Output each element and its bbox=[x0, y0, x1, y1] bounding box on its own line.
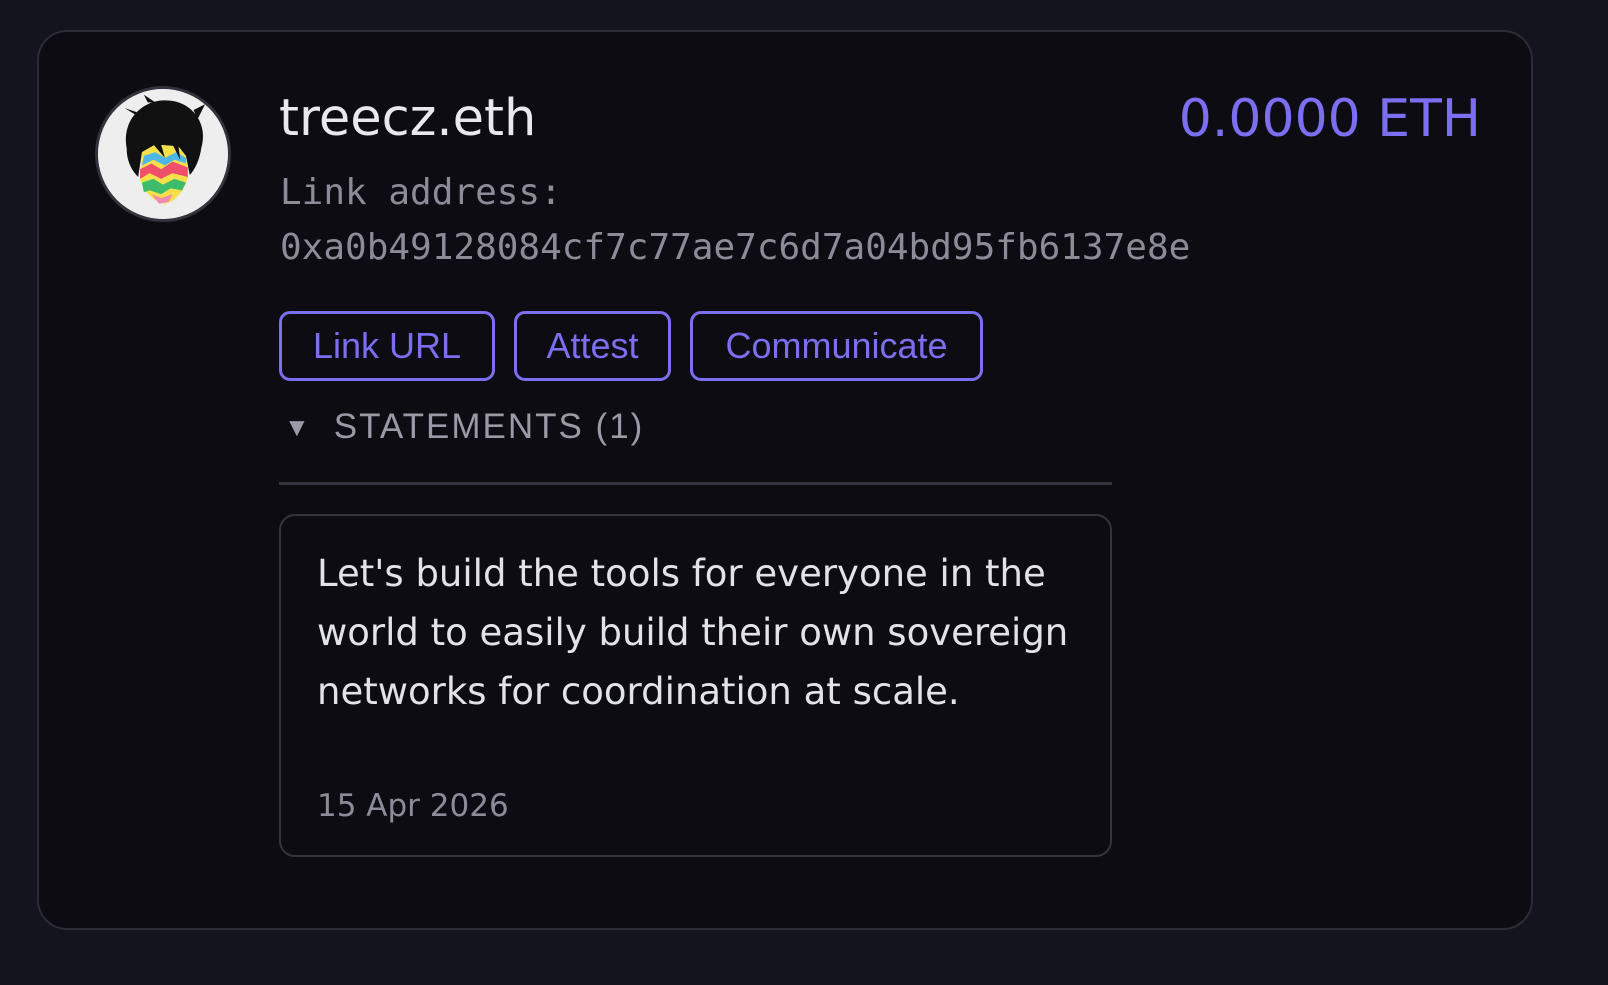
statements-header: STATEMENTS (1) bbox=[333, 407, 645, 446]
link-url-button[interactable]: Link URL bbox=[279, 311, 495, 381]
avatar bbox=[95, 86, 231, 222]
statements-toggle[interactable]: ▼ STATEMENTS (1) bbox=[284, 403, 644, 451]
eth-balance: 0.0000 ETH bbox=[1178, 89, 1481, 149]
attest-button[interactable]: Attest bbox=[514, 311, 671, 381]
statement-date: 15 Apr 2026 bbox=[317, 788, 509, 824]
divider bbox=[279, 482, 1112, 485]
address-label: Link address: bbox=[280, 172, 562, 213]
statement-card: Let's build the tools for everyone in th… bbox=[279, 514, 1112, 857]
communicate-button[interactable]: Communicate bbox=[690, 311, 983, 381]
linked-address[interactable]: 0xa0b49128084cf7c77ae7c6d7a04bd95fb6137e… bbox=[280, 226, 1190, 270]
avatar-image bbox=[98, 89, 228, 219]
profile-name: treecz.eth bbox=[279, 89, 537, 148]
statement-text: Let's build the tools for everyone in th… bbox=[317, 552, 1069, 713]
triangle-down-icon: ▼ bbox=[284, 411, 310, 442]
